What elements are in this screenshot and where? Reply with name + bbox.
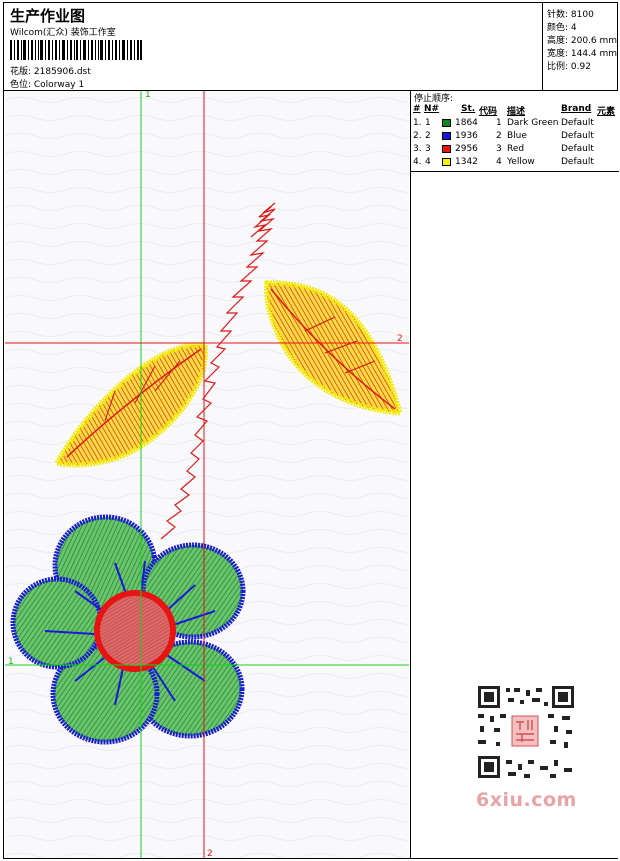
guide-label-v1: 1	[145, 91, 151, 100]
color-swatch	[442, 145, 451, 153]
row-code: 2	[496, 131, 502, 141]
guide-label-h2: 2	[397, 334, 403, 344]
col-header-code: 代码	[479, 107, 498, 117]
color-swatch	[442, 158, 451, 166]
colorway: 色位: Colorway 1	[10, 80, 85, 90]
stat-width: 宽度: 144.4 mm	[547, 49, 618, 59]
design-file: 花版: 2185906.dst	[10, 67, 91, 77]
row-code: 3	[496, 144, 502, 154]
stats-panel: 针数: 8100 颜色: 4 高度: 200.6 mm 宽度: 144.4 mm…	[542, 3, 620, 91]
studio-name: Wilcom(汇众) 装饰工作室	[10, 28, 116, 38]
stat-height: 高度: 200.6 mm	[547, 36, 618, 46]
row-num: 3.	[413, 144, 422, 154]
col-header-element: 元素	[597, 107, 616, 117]
row-code: 1	[496, 118, 502, 128]
row-num: 4.	[413, 157, 422, 167]
guide-label-v2: 2	[207, 849, 213, 858]
embroidery-preview	[5, 91, 409, 858]
col-header-brand: Brand	[561, 104, 592, 114]
color-swatch	[442, 132, 451, 140]
row-stitches: 1936	[455, 131, 478, 141]
row-desc: Yellow	[507, 157, 535, 167]
row-desc: Red	[507, 144, 525, 154]
row-stitches: 2956	[455, 144, 478, 154]
qr-code-watermark	[470, 680, 580, 784]
stat-stitches: 针数: 8100	[547, 10, 594, 20]
row-brand: Default	[561, 131, 594, 141]
guide-label-h1: 1	[8, 657, 14, 667]
row-num: 2.	[413, 131, 422, 141]
row-brand: Default	[561, 118, 594, 128]
color-swatch	[442, 119, 451, 127]
stat-colors: 颜色: 4	[547, 23, 577, 33]
row-n: 2	[425, 131, 431, 141]
sheet-title: 生产作业图	[10, 7, 86, 25]
stat-scale: 比例: 0.92	[547, 62, 591, 72]
row-n: 1	[425, 118, 431, 128]
col-header-n: N#	[424, 104, 440, 114]
row-brand: Default	[561, 157, 594, 167]
row-desc: Dark Green	[507, 118, 559, 128]
row-n: 4	[425, 157, 431, 167]
row-n: 3	[425, 144, 431, 154]
row-stitches: 1342	[455, 157, 478, 167]
row-brand: Default	[561, 144, 594, 154]
design-canvas: 1 1 2 2	[5, 91, 409, 858]
row-desc: Blue	[507, 131, 527, 141]
panel-divider	[411, 171, 619, 172]
col-header-num: #	[413, 104, 421, 114]
row-num: 1.	[413, 118, 422, 128]
col-header-stitches: St.	[461, 104, 476, 114]
row-code: 4	[496, 157, 502, 167]
barcode	[10, 40, 142, 60]
stop-sequence-title: 停止顺序:	[414, 94, 454, 104]
site-watermark: 6xiu.com	[476, 789, 577, 811]
col-header-desc: 描述	[507, 107, 526, 117]
row-stitches: 1864	[455, 118, 478, 128]
